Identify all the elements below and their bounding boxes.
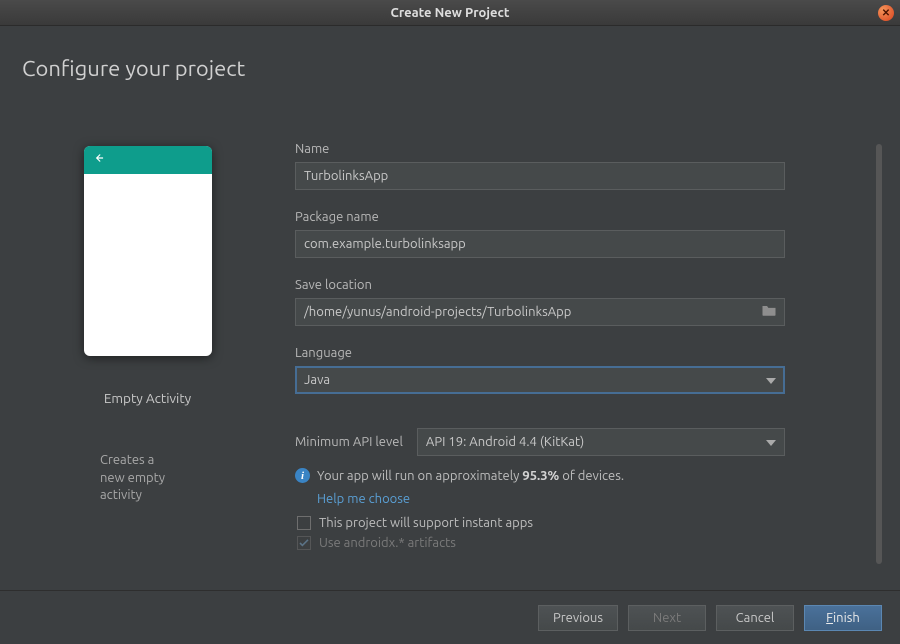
browse-button[interactable] — [760, 305, 778, 319]
finish-rest: inish — [833, 611, 860, 625]
close-icon: ✕ — [882, 7, 890, 19]
api-level-row: Minimum API level API 19: Android 4.4 (K… — [295, 428, 785, 456]
api-level-value: API 19: Android 4.4 (KitKat) — [426, 435, 584, 449]
name-input[interactable] — [304, 169, 776, 183]
compatibility-info: i Your app will run on approximately 95.… — [295, 468, 785, 483]
compat-pre: Your app will run on approximately — [317, 469, 522, 483]
instant-apps-label: This project will support instant apps — [319, 516, 533, 530]
androidx-checkbox — [297, 536, 311, 550]
save-location-field-shell[interactable] — [295, 298, 785, 326]
info-icon: i — [295, 468, 310, 483]
next-button: Next — [628, 605, 706, 631]
help-me-choose-link[interactable]: Help me choose — [295, 492, 410, 506]
scrollbar[interactable] — [876, 144, 882, 564]
name-field-shell[interactable] — [295, 162, 785, 190]
androidx-label: Use androidx.* artifacts — [319, 536, 456, 550]
content-area: Empty Activity Creates a new empty activ… — [0, 116, 900, 590]
compat-percent: 95.3% — [522, 469, 559, 483]
api-level-label: Minimum API level — [295, 435, 403, 449]
window-body: Configure your project Empty Activity Cr… — [0, 26, 900, 644]
previous-button[interactable]: Previous — [538, 605, 618, 631]
form-column: Name Package name Save location — [295, 116, 900, 590]
api-level-select[interactable]: API 19: Android 4.4 (KitKat) — [417, 428, 785, 456]
package-label: Package name — [295, 210, 785, 224]
template-description: Creates a new empty activity — [0, 452, 170, 505]
androidx-row: Use androidx.* artifacts — [295, 536, 785, 550]
chevron-down-icon — [766, 373, 776, 387]
window-title: Create New Project — [391, 6, 510, 20]
template-preview-column: Empty Activity Creates a new empty activ… — [0, 116, 295, 590]
compat-post: of devices. — [559, 469, 624, 483]
save-location-input[interactable] — [304, 305, 776, 319]
footer-button-bar: Previous Next Cancel Finish — [0, 590, 900, 644]
instant-apps-checkbox[interactable] — [297, 516, 311, 530]
check-icon — [299, 539, 309, 547]
folder-icon — [761, 304, 777, 320]
compat-text: Your app will run on approximately 95.3%… — [317, 469, 624, 483]
language-label: Language — [295, 346, 785, 360]
chevron-down-icon — [766, 435, 776, 449]
name-label: Name — [295, 142, 785, 156]
language-select[interactable]: Java — [295, 366, 785, 394]
back-arrow-icon — [92, 151, 106, 169]
finish-mnemonic: F — [826, 611, 833, 625]
package-field-shell[interactable] — [295, 230, 785, 258]
cancel-button[interactable]: Cancel — [716, 605, 794, 631]
phone-preview — [84, 146, 212, 356]
preview-appbar — [84, 146, 212, 174]
save-location-label: Save location — [295, 278, 785, 292]
window-close-button[interactable]: ✕ — [878, 5, 894, 21]
template-name: Empty Activity — [104, 390, 191, 406]
project-form: Name Package name Save location — [295, 142, 785, 550]
language-value: Java — [304, 373, 330, 387]
instant-apps-row[interactable]: This project will support instant apps — [295, 516, 785, 530]
page-title: Configure your project — [0, 26, 900, 81]
package-input[interactable] — [304, 237, 776, 251]
finish-button[interactable]: Finish — [804, 605, 882, 631]
titlebar: Create New Project ✕ — [0, 0, 900, 26]
